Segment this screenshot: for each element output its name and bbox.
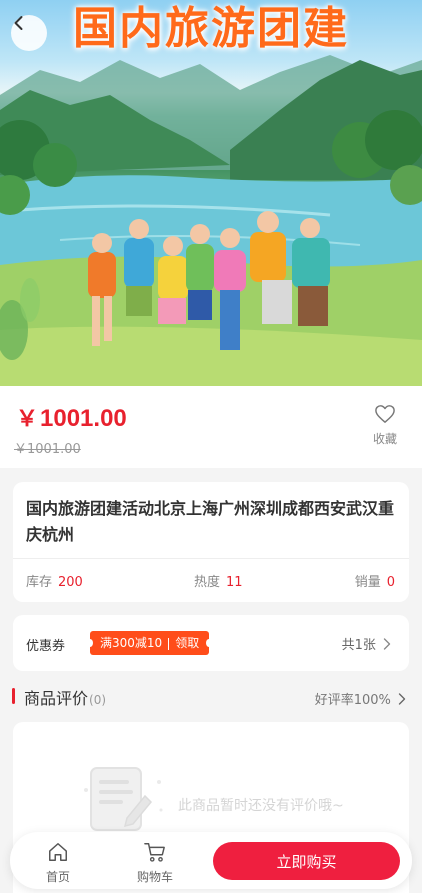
chevron-right-icon (398, 693, 406, 705)
stat-stock: 库存 200 (26, 571, 83, 590)
heart-icon (375, 405, 395, 423)
hero-banner: 国内旅游团建 (0, 0, 422, 386)
review-rate-text: 好评率100% (314, 693, 391, 708)
stat-value: 200 (58, 575, 83, 590)
review-rate-link[interactable]: 好评率100% (315, 689, 406, 708)
review-header: 商品评价(0) 好评率100% (0, 684, 422, 716)
review-count: (0) (89, 693, 107, 707)
coupon-tag-text: 满300减10 (100, 636, 163, 650)
empty-review-text: 此商品暂时还没有评价哦~ (178, 798, 344, 814)
price-section: ￥1001.00 ￥1001.00 收藏 (0, 386, 422, 468)
coupon-claim-label: 领取 (175, 636, 200, 650)
favorite-label: 收藏 (372, 432, 397, 446)
chevron-right-icon (383, 638, 391, 650)
tab-cart-label: 购物车 (136, 870, 173, 884)
stat-label: 库存 (26, 575, 53, 590)
goods-info-card: 国内旅游团建活动北京上海广州深圳成都西安武汉重庆杭州 库存 200 热度 11 销量… (13, 482, 409, 602)
cart-icon (144, 843, 165, 862)
coupon-count: 共1张 (342, 634, 391, 653)
stat-label: 热度 (194, 575, 221, 590)
buy-now-button[interactable]: 立即购买 (213, 842, 400, 880)
hero-title: 国内旅游团建 (73, 3, 349, 54)
chevron-left-icon (14, 16, 23, 30)
divider (13, 558, 409, 559)
coupon-count-text: 共1张 (341, 638, 376, 653)
current-price-value: 1001.00 (40, 405, 127, 432)
review-title-text: 商品评价 (24, 689, 89, 708)
stat-value: 11 (226, 575, 243, 590)
original-price: ￥1001.00 (14, 442, 81, 457)
stat-heat: 热度 11 (194, 571, 243, 590)
hero-scene-image (0, 55, 422, 386)
favorite-button[interactable]: 收藏 (370, 404, 400, 447)
tab-cart[interactable]: 购物车 (125, 841, 185, 885)
section-accent-bar (12, 688, 15, 704)
home-icon (49, 843, 67, 861)
empty-document-icon (84, 767, 163, 831)
bottom-action-bar: 首页 购物车 立即购买 (10, 832, 412, 889)
back-button[interactable] (11, 15, 47, 51)
coupon-tag[interactable]: 满300减10 领取 (86, 631, 213, 655)
coupon-label: 优惠券 (26, 639, 66, 654)
tab-home[interactable]: 首页 (28, 841, 88, 885)
stat-sales: 销量 0 (355, 571, 395, 590)
current-price: ￥1001.00 (16, 401, 127, 433)
stat-label: 销量 (354, 575, 381, 590)
review-title: 商品评价(0) (24, 685, 106, 709)
stat-value: 0 (386, 575, 395, 590)
currency-symbol: ￥ (16, 406, 39, 431)
goods-title: 国内旅游团建活动北京上海广州深圳成都西安武汉重庆杭州 (26, 499, 395, 544)
tab-home-label: 首页 (45, 870, 70, 884)
coupon-row[interactable]: 优惠券 满300减10 领取 共1张 (13, 615, 409, 671)
